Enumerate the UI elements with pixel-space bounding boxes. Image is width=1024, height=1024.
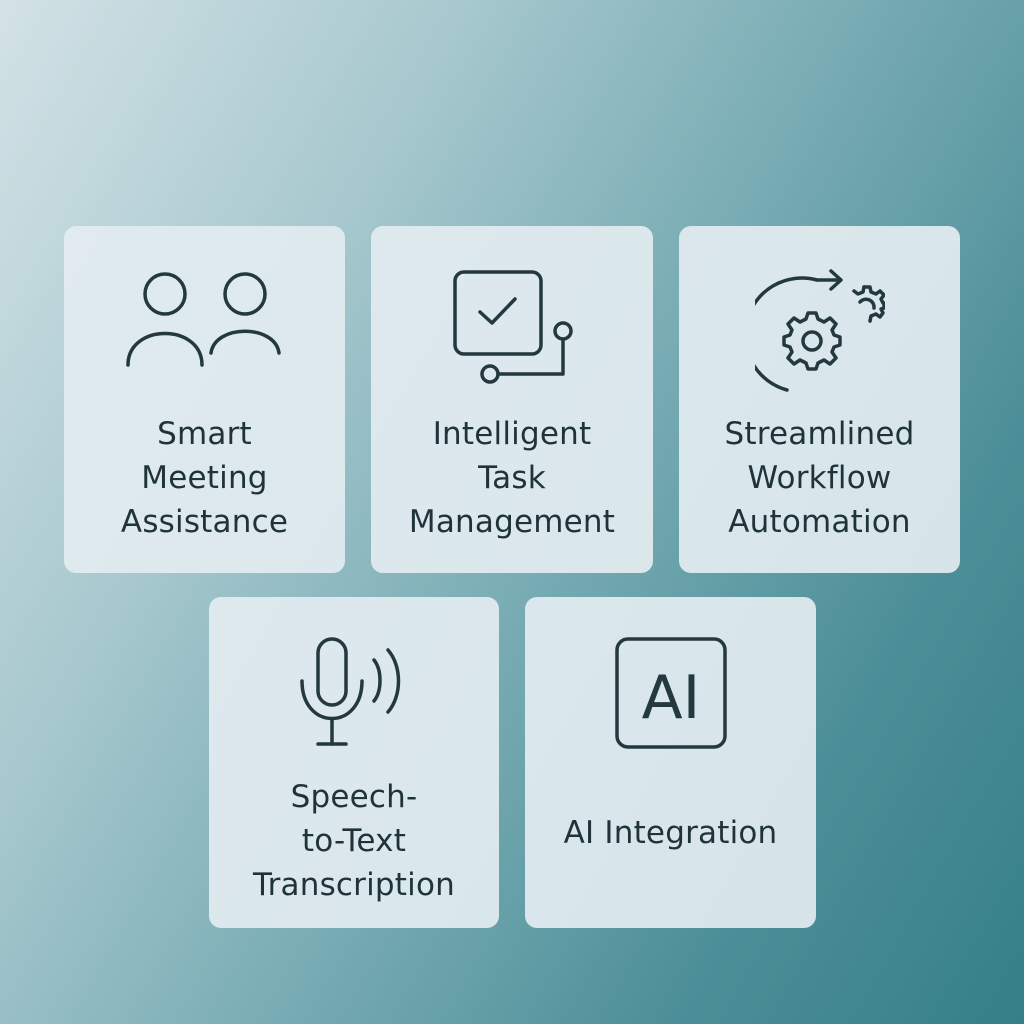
label-line: to-Text [301,823,407,859]
feature-card-label: Intelligent Task Management [371,412,653,544]
label-line: Speech- [290,779,418,815]
feature-card-smart-meeting-assistance: Smart Meeting Assistance [64,226,345,573]
label-line: Management [408,504,616,540]
microphone-icon [298,633,410,749]
label-line: Smart [157,416,252,452]
label-line: Streamlined [724,416,915,452]
feature-card-label: Speech- to-Text Transcription [209,775,499,907]
label-line: Task [478,460,546,496]
label-line: Transcription [253,867,455,903]
feature-card-label: Smart Meeting Assistance [64,412,345,544]
ai-badge-icon: AI [611,635,731,755]
gear-cycle-icon [754,266,885,396]
feature-card-speech-to-text-transcription: Speech- to-Text Transcription [209,597,499,928]
feature-card-label: AI Integration [525,811,816,855]
feature-card-streamlined-workflow-automation: Streamlined Workflow Automation [679,226,960,573]
label-line: Intelligent [432,416,592,452]
feature-card-intelligent-task-management: Intelligent Task Management [371,226,653,573]
people-icon [125,266,285,376]
feature-card-ai-integration: AI AI Integration [525,597,816,928]
label-line: AI Integration [563,815,778,851]
label-line: Workflow [747,460,892,496]
label-line: Meeting [141,460,268,496]
label-line: Assistance [120,504,289,540]
task-checkbox-icon [447,266,577,396]
ai-badge-text: AI [641,663,700,733]
label-line: Automation [728,504,911,540]
feature-card-label: Streamlined Workflow Automation [679,412,960,544]
